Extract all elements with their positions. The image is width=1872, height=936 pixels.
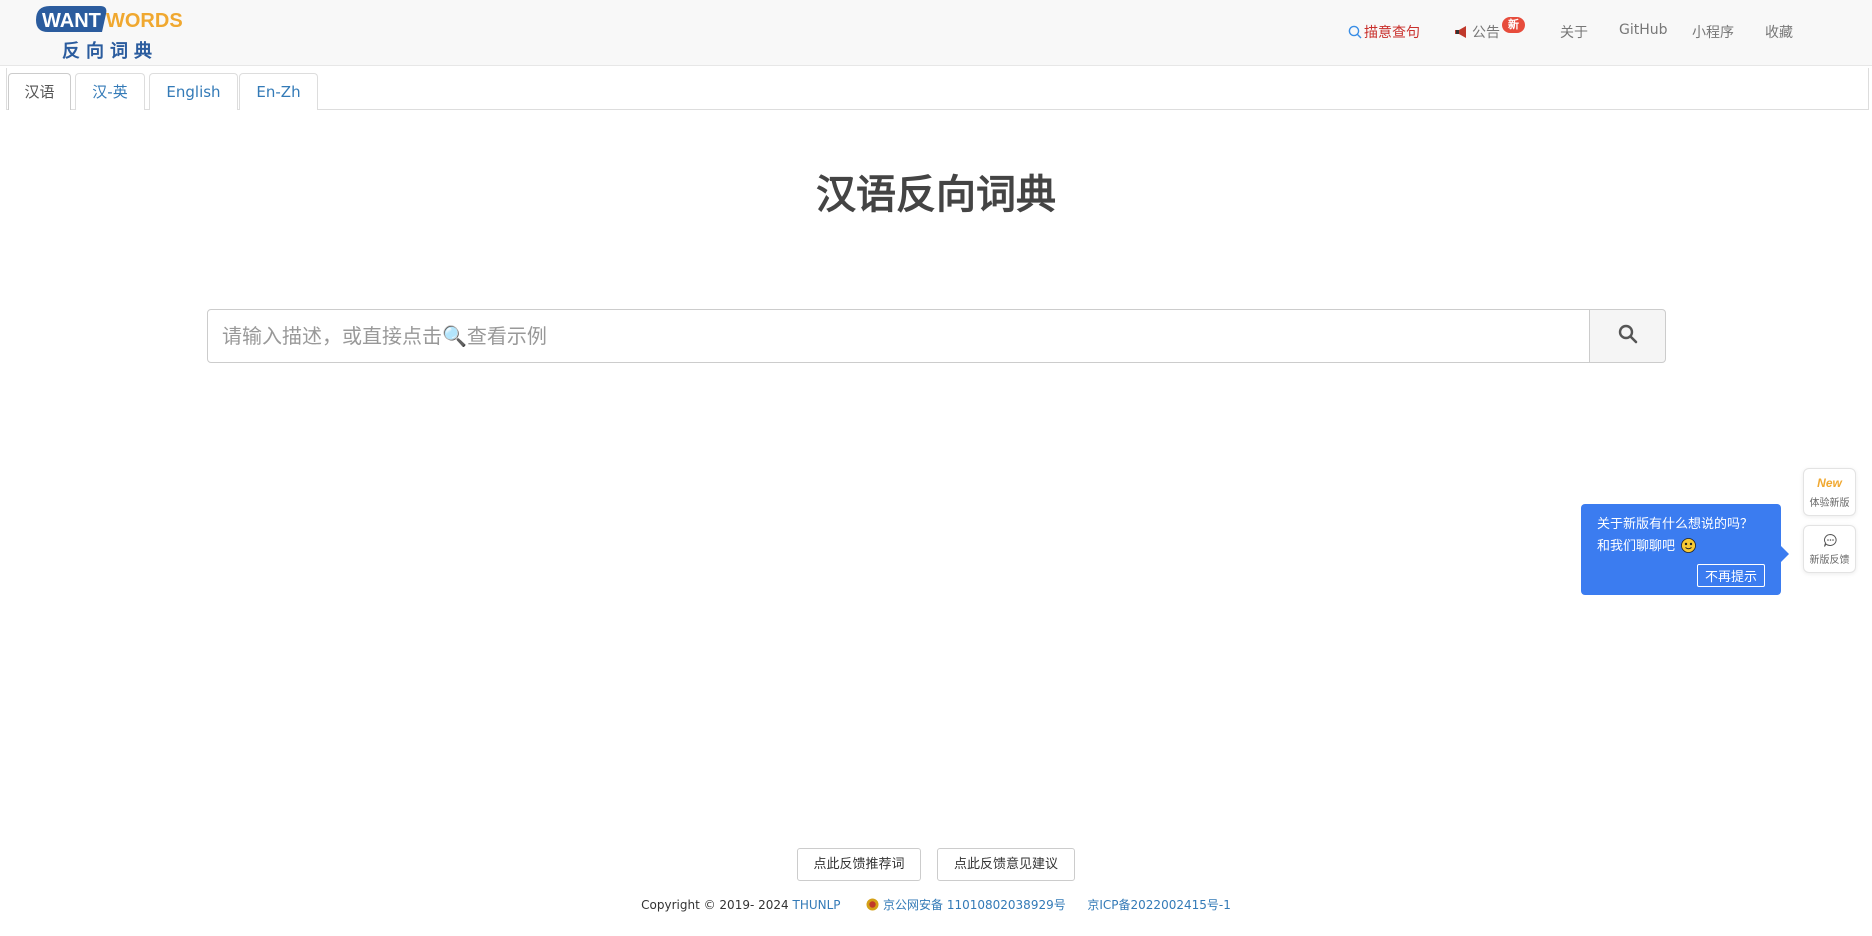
police-badge-icon — [866, 898, 879, 914]
megaphone-icon — [1454, 25, 1470, 43]
police-record-link[interactable]: 京公网安备 11010802038929号 — [883, 898, 1066, 912]
nav-announcement[interactable]: 公告 — [1454, 22, 1500, 43]
search-button[interactable] — [1589, 309, 1666, 363]
svg-text:WORDS: WORDS — [106, 10, 183, 32]
new-version-feedback-button[interactable]: 新版反馈 — [1803, 525, 1856, 573]
try-new-version-button[interactable]: New 体验新版 — [1803, 468, 1856, 516]
nav-github[interactable]: GitHub — [1619, 22, 1668, 38]
suggestion-feedback-button[interactable]: 点此反馈意见建议 — [937, 848, 1075, 881]
recommend-word-feedback-button[interactable]: 点此反馈推荐词 — [797, 848, 921, 881]
search-bar — [207, 309, 1666, 363]
search-input[interactable] — [207, 309, 1590, 363]
dismiss-button[interactable]: 不再提示 — [1696, 564, 1765, 587]
tab-chinese-english[interactable]: 汉-英 — [75, 73, 145, 110]
copyright-text: Copyright © 2019- 2024 — [641, 898, 789, 912]
icp-record-link[interactable]: 京ICP备2022002415号-1 — [1087, 898, 1230, 912]
svg-text:反向词典: 反向词典 — [62, 40, 158, 62]
try-new-label: 体验新版 — [1809, 498, 1850, 509]
wantwords-logo[interactable]: WANT WORDS 反向词典 — [34, 2, 204, 62]
popover-line-1: 关于新版有什么想说的吗？ — [1597, 517, 1754, 532]
tab-en-zh[interactable]: En-Zh — [239, 73, 318, 110]
search-icon — [1618, 324, 1638, 348]
feedback-popover: 关于新版有什么想说的吗？ 和我们聊聊吧 不再提示 — [1581, 504, 1789, 595]
new-icon: New — [1817, 476, 1842, 490]
svg-text:WANT: WANT — [42, 10, 101, 32]
nav-describe-search[interactable]: 描意查句 — [1348, 22, 1420, 43]
new-badge: 新 — [1502, 17, 1525, 33]
mode-tabs: 汉语 汉-英 English En-Zh — [6, 68, 1869, 110]
nav-about[interactable]: 关于 — [1560, 22, 1588, 42]
tab-chinese[interactable]: 汉语 — [8, 73, 71, 110]
nav-miniprogram[interactable]: 小程序 — [1692, 22, 1734, 42]
footer-copyright: Copyright © 2019- 2024 THUNLP 京公网安备 1101… — [0, 896, 1872, 914]
tab-english[interactable]: English — [149, 73, 238, 110]
nav-favorites[interactable]: 收藏 — [1765, 22, 1793, 42]
top-navbar: WANT WORDS 反向词典 描意查句 公告 新 关于 GitHub 小程序 … — [0, 0, 1872, 66]
chat-icon — [1823, 533, 1838, 552]
smiley-icon — [1681, 538, 1697, 561]
page-title: 汉语反向词典 — [816, 171, 1056, 218]
search-icon — [1348, 25, 1362, 43]
thunlp-link[interactable]: THUNLP — [792, 898, 840, 912]
feedback-label: 新版反馈 — [1809, 555, 1850, 566]
popover-line-2: 和我们聊聊吧 — [1597, 539, 1676, 554]
